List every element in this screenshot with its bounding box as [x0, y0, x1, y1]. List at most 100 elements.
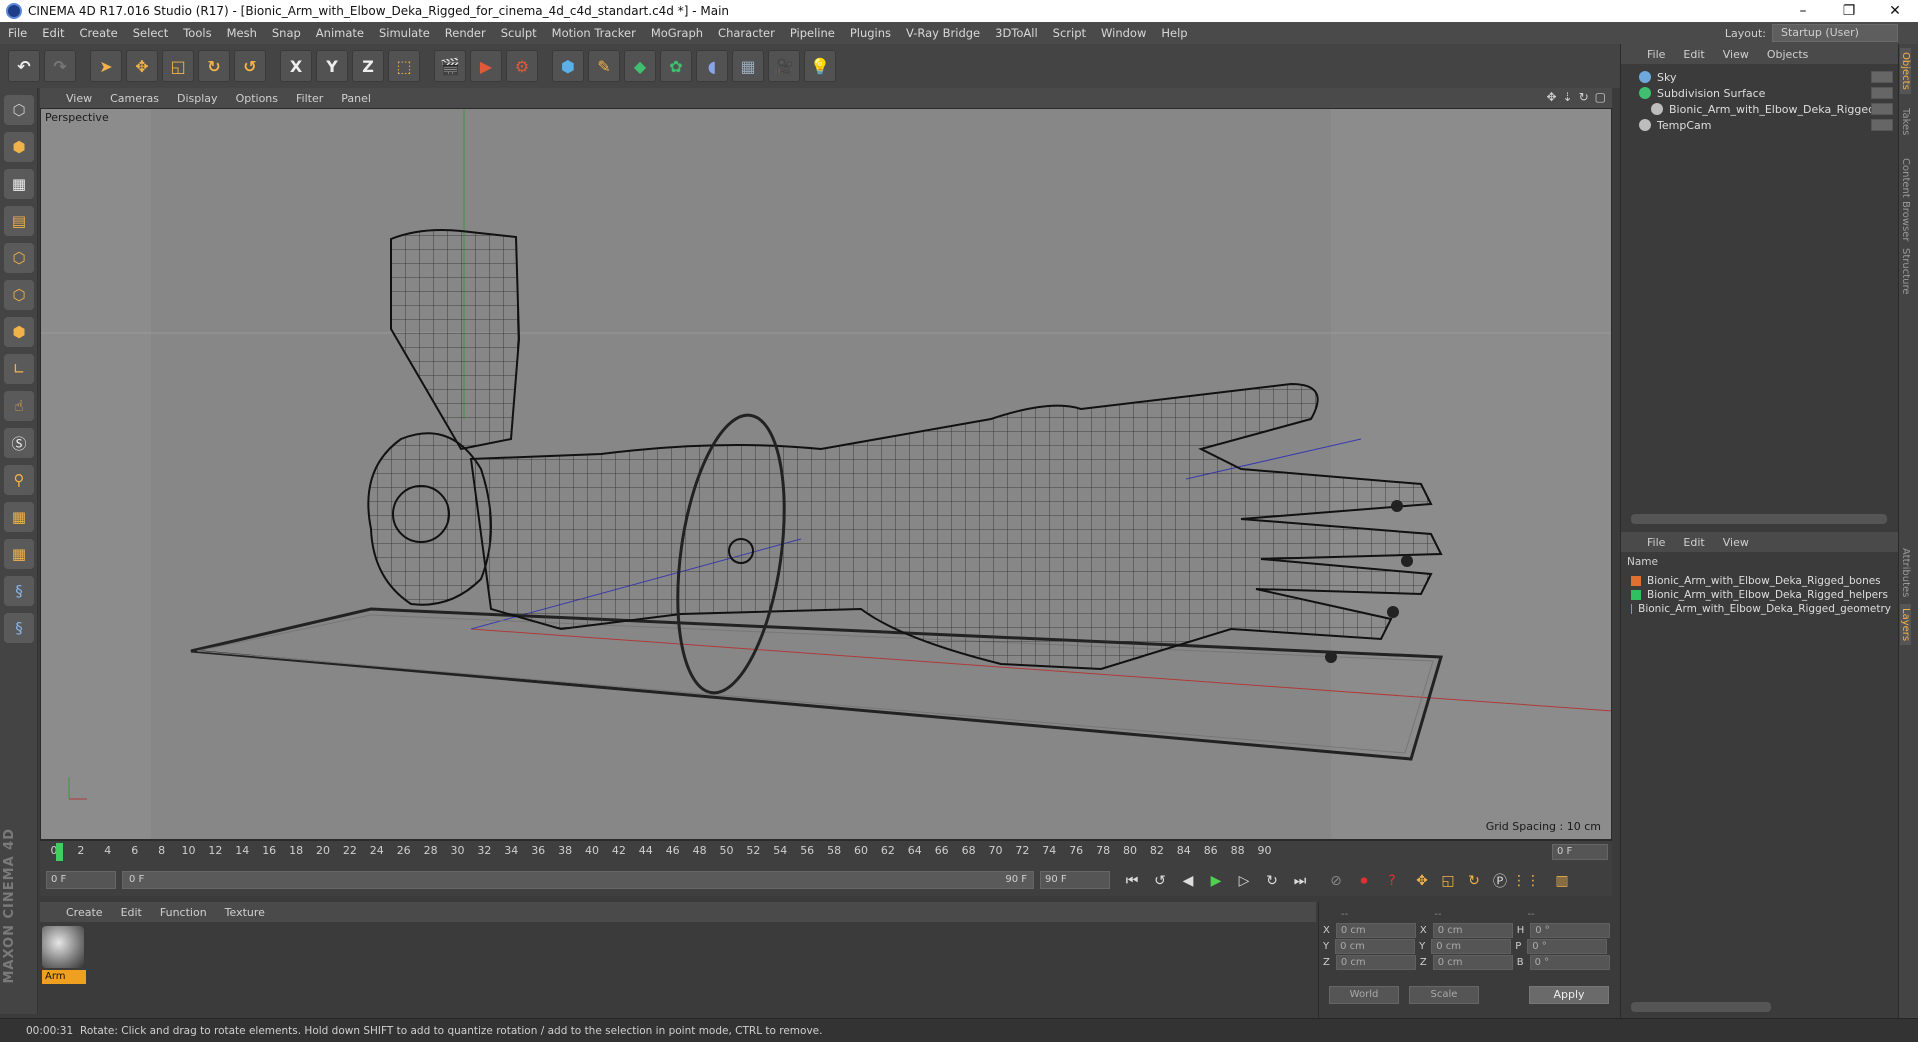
- side-tab-content-browser[interactable]: Content Browser: [1900, 154, 1911, 245]
- menu-help[interactable]: Help: [1161, 26, 1187, 40]
- playhead-marker[interactable]: [56, 843, 63, 861]
- object-visibility-flags[interactable]: [1871, 103, 1893, 115]
- minimize-button[interactable]: –: [1780, 3, 1826, 19]
- coordinate-value-field[interactable]: 0 cm: [1335, 954, 1416, 970]
- viewport-menu-filter[interactable]: Filter: [296, 92, 323, 105]
- material-menu-texture[interactable]: Texture: [225, 906, 265, 919]
- key-rotation-icon[interactable]: ↻: [1462, 869, 1486, 893]
- menu-3dtoall[interactable]: 3DToAll: [995, 26, 1038, 40]
- keyframe-selection-icon[interactable]: ?: [1380, 869, 1404, 893]
- redo-icon[interactable]: ↷: [44, 50, 76, 82]
- frame-range-slider[interactable]: 0 F 90 F: [122, 871, 1034, 889]
- menu-sculpt[interactable]: Sculpt: [501, 26, 537, 40]
- object-menu-view[interactable]: View: [1723, 48, 1749, 61]
- model-mode-icon[interactable]: ⬢: [4, 132, 34, 162]
- planar-workplane-icon[interactable]: ▦: [4, 539, 34, 569]
- coordinate-value-field[interactable]: 0 cm: [1432, 954, 1513, 970]
- move-icon[interactable]: ✥: [126, 50, 158, 82]
- recent-tools-icon[interactable]: ↺: [234, 50, 266, 82]
- menu-character[interactable]: Character: [718, 26, 775, 40]
- orbit-icon[interactable]: ↻: [1579, 90, 1589, 104]
- end-frame-field[interactable]: 90 F: [1040, 871, 1110, 889]
- object-list-scrollbar[interactable]: [1631, 514, 1887, 524]
- layer-list-scrollbar[interactable]: [1631, 1002, 1771, 1012]
- material-menu-function[interactable]: Function: [160, 906, 207, 919]
- workplane-mode-icon[interactable]: ▤: [4, 206, 34, 236]
- render-picture-viewer-icon[interactable]: ▶: [470, 50, 502, 82]
- play-forward-icon[interactable]: ▶: [1204, 869, 1228, 893]
- axis-y-button[interactable]: Y: [316, 50, 348, 82]
- autokey-icon[interactable]: ⏺: [1352, 869, 1376, 893]
- next-frame-icon[interactable]: ▷: [1232, 869, 1256, 893]
- object-menu-edit[interactable]: Edit: [1683, 48, 1704, 61]
- menu-motion-tracker[interactable]: Motion Tracker: [552, 26, 636, 40]
- object-menu-objects[interactable]: Objects: [1767, 48, 1809, 61]
- object-menu-file[interactable]: File: [1647, 48, 1665, 61]
- dolly-icon[interactable]: ⇣: [1563, 90, 1573, 104]
- start-frame-field[interactable]: 0 F: [46, 871, 116, 889]
- 3d-viewport[interactable]: Perspective Grid Spacing : 10 cm: [40, 108, 1612, 840]
- floor-environment-icon[interactable]: ▦: [732, 50, 764, 82]
- menu-animate[interactable]: Animate: [316, 26, 364, 40]
- menu-file[interactable]: File: [8, 26, 27, 40]
- menu-edit[interactable]: Edit: [42, 26, 64, 40]
- previous-key-icon[interactable]: ↺: [1148, 869, 1172, 893]
- menu-snap[interactable]: Snap: [272, 26, 301, 40]
- coordinate-value-field[interactable]: 0 °: [1530, 922, 1611, 938]
- edges-mode-icon[interactable]: ⬡: [4, 280, 34, 310]
- rotate-icon[interactable]: ↻: [198, 50, 230, 82]
- make-editable-icon[interactable]: ⬡: [4, 95, 34, 125]
- menu-simulate[interactable]: Simulate: [379, 26, 430, 40]
- tweak-mode-icon[interactable]: ☝: [4, 391, 34, 421]
- close-button[interactable]: ✕: [1872, 3, 1918, 19]
- layer-row[interactable]: Bionic_Arm_with_Elbow_Deka_Rigged_geomet…: [1631, 602, 1891, 616]
- side-tab-takes[interactable]: Takes: [1900, 104, 1911, 139]
- undo-icon[interactable]: ↶: [8, 50, 40, 82]
- viewport-menu-options[interactable]: Options: [236, 92, 278, 105]
- coordinate-system-icon[interactable]: ⬚: [388, 50, 420, 82]
- coordinate-value-field[interactable]: 0 °: [1529, 954, 1610, 970]
- viewport-menu-panel[interactable]: Panel: [341, 92, 371, 105]
- polygons-mode-icon[interactable]: ⬢: [4, 317, 34, 347]
- object-row[interactable]: TempCam: [1639, 116, 1889, 134]
- side-tab-layers[interactable]: Layers: [1900, 604, 1911, 646]
- go-to-start-icon[interactable]: ⏮: [1120, 869, 1144, 893]
- apply-button[interactable]: Apply: [1529, 986, 1609, 1004]
- render-settings-icon[interactable]: ⚙: [506, 50, 538, 82]
- points-mode-icon[interactable]: ⬡: [4, 243, 34, 273]
- go-to-end-icon[interactable]: ⏭: [1288, 869, 1312, 893]
- key-scale-icon[interactable]: ◱: [1436, 869, 1460, 893]
- spline-pen-icon[interactable]: ✎: [588, 50, 620, 82]
- layout-dropdown[interactable]: Startup (User): [1772, 24, 1898, 42]
- python-script-2-icon[interactable]: §: [4, 613, 34, 643]
- workplane-lock-icon[interactable]: ▦: [4, 502, 34, 532]
- menu-mesh[interactable]: Mesh: [227, 26, 257, 40]
- side-tab-attributes[interactable]: Attributes: [1900, 544, 1911, 601]
- axis-x-button[interactable]: X: [280, 50, 312, 82]
- coordinate-mode-dropdown[interactable]: World: [1329, 986, 1399, 1004]
- deformer-icon[interactable]: ◖: [696, 50, 728, 82]
- side-tab-structure[interactable]: Structure: [1900, 244, 1911, 299]
- solo-mode-icon[interactable]: Ⓢ: [4, 428, 34, 458]
- key-parameter-icon[interactable]: Ⓟ: [1488, 869, 1512, 893]
- scale-mode-dropdown[interactable]: Scale: [1409, 986, 1479, 1004]
- layer-menu-file[interactable]: File: [1647, 536, 1665, 549]
- current-frame-field[interactable]: 0 F: [1552, 844, 1608, 860]
- layer-menu-edit[interactable]: Edit: [1683, 536, 1704, 549]
- coordinate-value-field[interactable]: 0 cm: [1335, 938, 1416, 954]
- camera-icon[interactable]: 🎥: [768, 50, 800, 82]
- menu-tools[interactable]: Tools: [183, 26, 211, 40]
- timeline-window-icon[interactable]: ▥: [1550, 869, 1574, 893]
- texture-mode-icon[interactable]: ▦: [4, 169, 34, 199]
- material-menu-create[interactable]: Create: [66, 906, 103, 919]
- scale-icon[interactable]: ◱: [162, 50, 194, 82]
- coordinate-value-field[interactable]: 0 cm: [1432, 922, 1513, 938]
- layer-row[interactable]: Bionic_Arm_with_Elbow_Deka_Rigged_helper…: [1631, 588, 1891, 602]
- menu-script[interactable]: Script: [1053, 26, 1086, 40]
- menu-render[interactable]: Render: [445, 26, 486, 40]
- menu-window[interactable]: Window: [1101, 26, 1146, 40]
- layer-menu-view[interactable]: View: [1723, 536, 1749, 549]
- object-visibility-flags[interactable]: [1871, 119, 1893, 131]
- key-pla-icon[interactable]: ⋮⋮: [1512, 869, 1540, 893]
- maximize-button[interactable]: ❐: [1826, 3, 1872, 19]
